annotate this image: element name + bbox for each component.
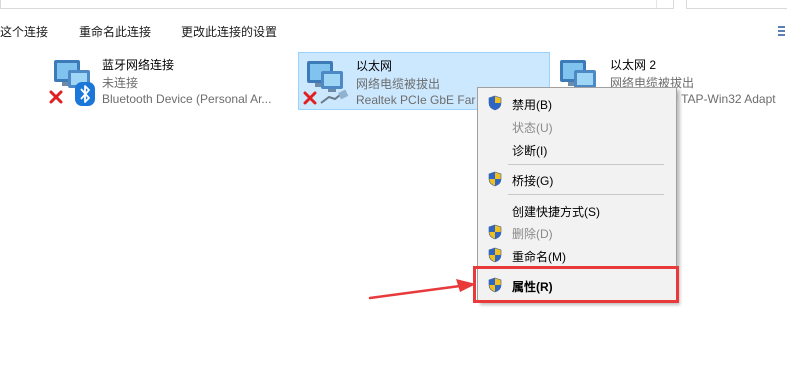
menu-item-label: 重命名(M) [512,250,566,264]
ethernet-cable-icon [320,89,349,104]
menu-item-delete[interactable]: 删除(D) [480,221,674,243]
menu-item-label: 桥接(G) [512,174,554,188]
search-box[interactable] [686,0,787,9]
menu-item-label: 诊断(I) [512,144,548,158]
menu-item-bridge[interactable]: 桥接(G) [480,168,674,190]
adapter-name: 蓝牙网络连接 [102,58,175,72]
adapter-device: J TAP-Win32 Adapt [672,92,776,106]
menu-item-diagnose[interactable]: 诊断(I) [480,138,674,160]
bluetooth-icon [75,82,95,106]
adapter-status: 网络电缆被拔出 [356,77,441,91]
view-options-icon[interactable] [776,24,787,38]
menu-item-status[interactable]: 状态(U) [480,115,674,137]
adapter-status: 未连接 [102,76,139,90]
annotation-arrow-icon [368,279,476,300]
uac-shield-icon [488,171,502,187]
disconnected-x-icon [49,90,63,104]
menu-item-rename[interactable]: 重命名(M) [480,244,674,266]
annotation-highlight-box [473,266,679,303]
menu-separator [508,194,664,195]
rename-connection-button[interactable]: 重命名此连接 [79,23,151,40]
menu-item-disable[interactable]: 禁用(B) [480,92,674,114]
menu-item-create-shortcut[interactable]: 创建快捷方式(S) [480,199,674,221]
menu-item-label: 删除(D) [512,227,553,241]
menu-item-label: 创建快捷方式(S) [512,205,600,219]
address-dropdown-button[interactable] [656,0,673,8]
disconnected-x-icon [303,91,317,105]
adapter-device: Bluetooth Device (Personal Ar... [102,92,272,106]
adapter-name: 以太网 [356,59,393,73]
uac-shield-icon [488,95,502,111]
change-settings-button[interactable]: 更改此连接的设置 [181,23,277,40]
uac-shield-icon [488,247,502,263]
menu-item-label: 禁用(B) [512,98,552,112]
connect-button[interactable]: 这个连接 [0,23,48,40]
adapter-name: 以太网 2 [610,58,657,72]
adapter-bluetooth[interactable]: 蓝牙网络连接 未连接 Bluetooth Device (Personal Ar… [44,52,294,110]
menu-separator [508,164,664,165]
command-bar: 这个连接 重命名此连接 更改此连接的设置 [0,19,787,45]
menu-item-label: 状态(U) [512,121,553,135]
address-bar[interactable] [0,0,674,9]
uac-shield-icon [488,224,502,240]
